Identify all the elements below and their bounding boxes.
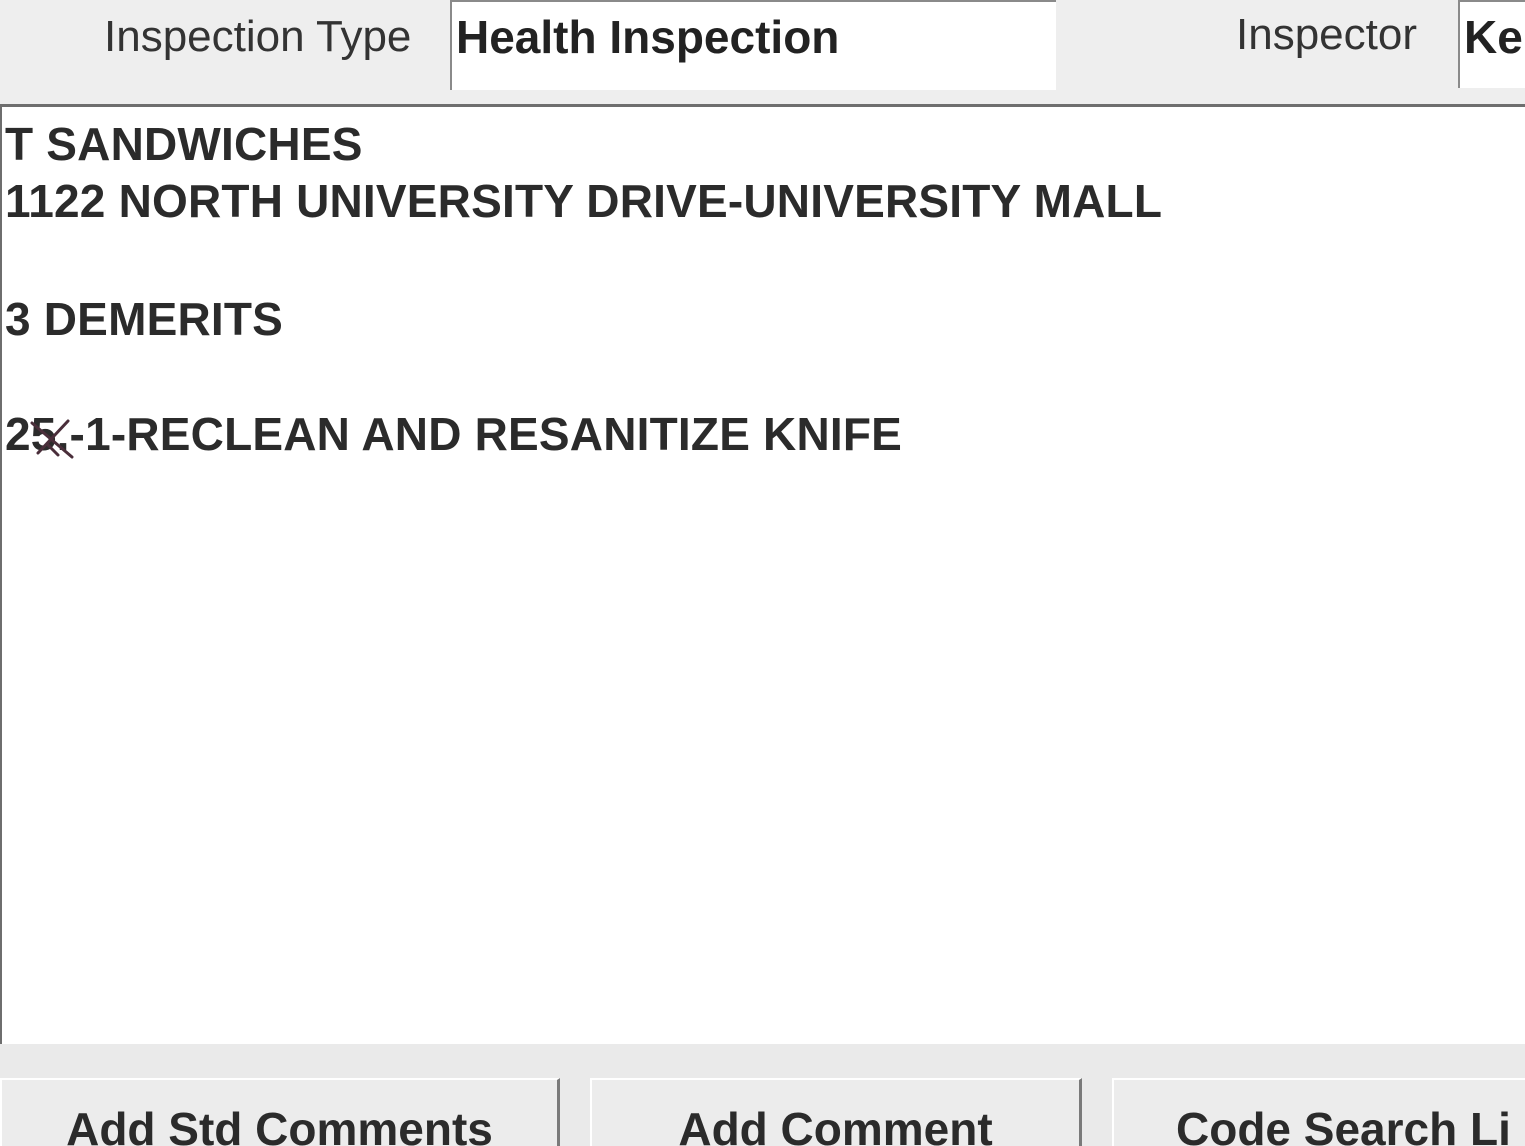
code-search-label: Code Search Li [1176,1103,1511,1146]
comments-textarea[interactable]: T SANDWICHES 1122 NORTH UNIVERSITY DRIVE… [0,104,1525,1044]
add-std-comments-pre: Add [66,1103,169,1146]
inspection-comments-window: Inspection Type Health Inspection Inspec… [0,0,1525,1146]
inspector-label: Inspector [1236,10,1417,59]
add-comment-button[interactable]: Add Comment [590,1078,1082,1146]
add-comment-mnemonic: A [678,1103,712,1146]
add-std-comments-button[interactable]: Add Std Comments [0,1078,560,1146]
header-bar: Inspection Type Health Inspection Inspec… [0,0,1525,104]
code-search-button[interactable]: Code Search Li [1112,1078,1525,1146]
inspection-type-label: Inspection Type [104,12,412,61]
button-bar: Add Std Comments Add Comment Code Search… [0,1044,1525,1146]
inspector-field[interactable]: Ke [1458,0,1525,88]
inspection-type-field[interactable]: Health Inspection [450,0,1056,90]
comment-line-establishment: T SANDWICHES [5,118,363,170]
comment-line-address: 1122 NORTH UNIVERSITY DRIVE-UNIVERSITY M… [5,175,1163,227]
add-std-comments-post: td Comments [198,1103,493,1146]
add-comment-post: dd Comment [711,1103,993,1146]
comment-line-demerits: 3 DEMERITS [5,293,284,345]
comment-line-violation: 25.-1-RECLEAN AND RESANITIZE KNIFE [5,408,903,460]
add-std-comments-mnemonic: S [168,1103,199,1146]
